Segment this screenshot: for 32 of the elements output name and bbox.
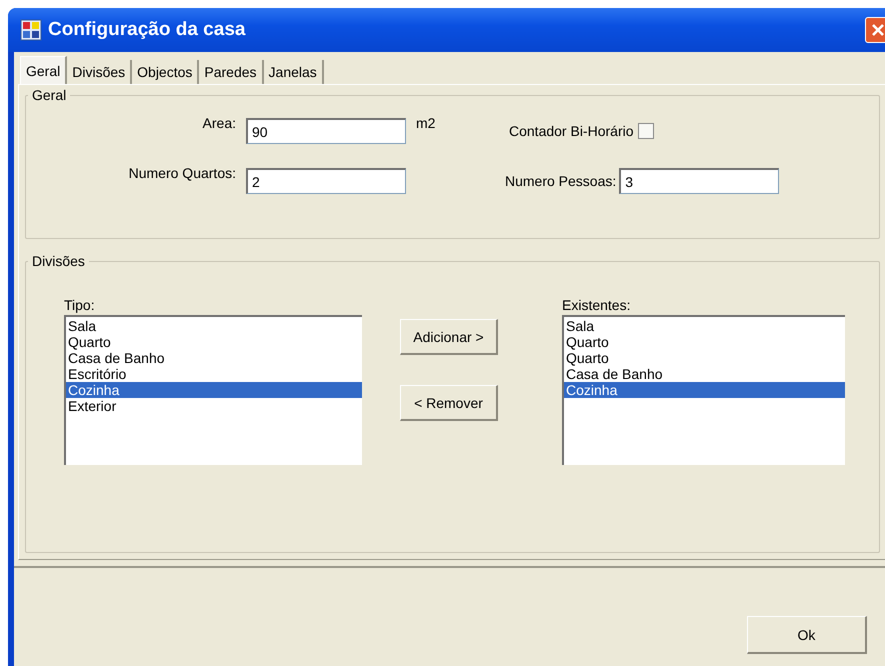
tab[interactable]: Geral xyxy=(20,56,68,84)
checkbox[interactable] xyxy=(638,123,654,139)
list-item[interactable]: Quarto xyxy=(66,334,362,350)
list-item[interactable]: Sala xyxy=(66,318,362,334)
list-label: Tipo: xyxy=(64,297,96,313)
list-item[interactable]: Casa de Banho xyxy=(66,350,362,366)
list-item[interactable]: Casa de Banho xyxy=(564,366,845,382)
list-item[interactable]: Sala xyxy=(564,318,845,334)
field-label: Numero Quartos: xyxy=(128,165,236,181)
list-label: Existentes: xyxy=(562,297,632,313)
checkbox-label: Contador Bi-Horário xyxy=(509,123,634,139)
list-button[interactable]: < Remover xyxy=(400,385,498,421)
list-item[interactable]: Escritório xyxy=(66,366,362,382)
field-label: Numero Pessoas: xyxy=(505,173,616,189)
close-icon xyxy=(871,23,885,37)
group-title: Geral xyxy=(31,87,68,103)
list-item[interactable]: Exterior xyxy=(66,398,362,414)
app-icon xyxy=(20,19,42,41)
ok-button[interactable]: Ok xyxy=(747,616,867,654)
list-item[interactable]: Quarto xyxy=(564,334,845,350)
unit-label: m2 xyxy=(416,115,436,131)
input-field[interactable]: 90 xyxy=(246,118,406,144)
list-button[interactable]: Adicionar > xyxy=(400,319,498,355)
list-item[interactable]: Cozinha xyxy=(564,382,845,398)
input-field[interactable]: 3 xyxy=(619,168,780,194)
group-title: Divisões xyxy=(31,253,86,269)
close-button[interactable] xyxy=(865,17,885,43)
input-field[interactable]: 2 xyxy=(246,168,406,194)
field-label: Area: xyxy=(202,115,236,131)
list-item[interactable]: Cozinha xyxy=(66,382,362,398)
list-item[interactable]: Quarto xyxy=(564,350,845,366)
window-title: Configuração da casa xyxy=(48,19,246,41)
